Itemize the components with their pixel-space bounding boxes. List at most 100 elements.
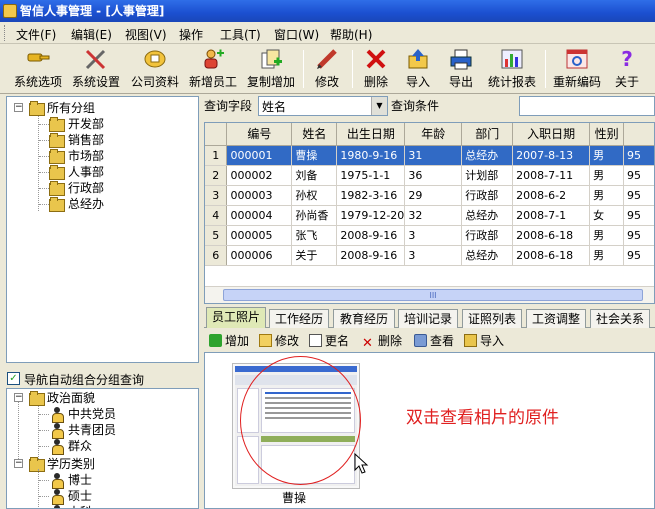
tree-item-dev[interactable]: 开发部 bbox=[68, 116, 104, 132]
cell-age[interactable]: 3 bbox=[404, 225, 463, 246]
company-info-button[interactable]: 公司资料 bbox=[129, 46, 181, 92]
cell-age[interactable]: 31 bbox=[404, 145, 463, 166]
menu-view[interactable]: 视图(V) bbox=[125, 26, 167, 43]
table-row[interactable]: 2 000002 刘备 1975-1-1 36 计划部 2008-7-11 男 … bbox=[205, 165, 654, 186]
tab-education[interactable]: 教育经历 bbox=[333, 309, 395, 328]
query-field-select[interactable]: 姓名 ▼ bbox=[258, 96, 388, 116]
cell-id[interactable]: 000003 bbox=[226, 185, 293, 206]
cell-age[interactable]: 29 bbox=[404, 185, 463, 206]
table-row[interactable]: 5 000005 张飞 2008-9-16 3 行政部 2008-6-18 男 … bbox=[205, 225, 654, 246]
tab-social-relations[interactable]: 社会关系 bbox=[590, 309, 650, 328]
menu-edit[interactable]: 编辑(E) bbox=[71, 26, 112, 43]
cell-gender[interactable]: 男 bbox=[589, 165, 625, 186]
column-header[interactable]: 姓名 bbox=[291, 123, 338, 146]
tree-item-sales[interactable]: 销售部 bbox=[68, 132, 104, 148]
table-row[interactable]: 1 000001 曹操 1980-9-16 31 总经办 2007-8-13 男… bbox=[205, 145, 654, 166]
export-button[interactable]: 导出 bbox=[443, 46, 479, 92]
tab-salary-adjust[interactable]: 工资调整 bbox=[526, 309, 586, 328]
photo-add-button[interactable]: 增加 bbox=[209, 333, 249, 349]
cell-age[interactable]: 3 bbox=[404, 245, 463, 266]
photo-delete-button[interactable]: ✕ 删除 bbox=[362, 333, 402, 350]
tree-root[interactable]: 所有分组 bbox=[47, 100, 95, 116]
horizontal-scrollbar[interactable]: III bbox=[205, 286, 654, 303]
photo-import-button[interactable]: 导入 bbox=[464, 333, 504, 349]
cell-hire-date[interactable]: 2008-7-11 bbox=[512, 165, 591, 186]
nav-auto-checkbox[interactable]: ✓ bbox=[7, 372, 20, 385]
table-row[interactable]: 3 000003 孙权 1982-3-16 29 行政部 2008-6-2 男 … bbox=[205, 185, 654, 206]
cell-name[interactable]: 刘备 bbox=[291, 165, 338, 186]
about-button[interactable]: ? 关于 bbox=[609, 46, 645, 92]
system-options-button[interactable]: 系统选项 bbox=[12, 46, 64, 92]
cell-extra[interactable]: 95 bbox=[623, 225, 654, 246]
cell-name[interactable]: 孙尚香 bbox=[291, 205, 338, 226]
collapse-icon[interactable]: − bbox=[14, 103, 23, 112]
add-employee-button[interactable]: 新增员工 bbox=[187, 46, 239, 92]
cell-gender[interactable]: 女 bbox=[589, 205, 625, 226]
cell-birth[interactable]: 1975-1-1 bbox=[336, 165, 406, 186]
cell-gender[interactable]: 男 bbox=[589, 225, 625, 246]
column-header[interactable]: 编号 bbox=[226, 123, 293, 146]
photo-view-button[interactable]: 查看 bbox=[414, 333, 454, 349]
photo-rename-button[interactable]: 更名 bbox=[309, 333, 349, 349]
system-settings-button[interactable]: 系统设置 bbox=[70, 46, 122, 92]
cell-hire-date[interactable]: 2008-6-2 bbox=[512, 185, 591, 206]
statistics-report-button[interactable]: 统计报表 bbox=[486, 46, 538, 92]
cell-extra[interactable]: 95 bbox=[623, 245, 654, 266]
copy-add-button[interactable]: 复制增加 bbox=[245, 46, 297, 92]
tree-item-bachelor[interactable]: 本科 bbox=[68, 504, 92, 508]
menu-window[interactable]: 窗口(W) bbox=[274, 26, 319, 43]
tree-item-doctor[interactable]: 博士 bbox=[68, 472, 92, 488]
cell-id[interactable]: 000005 bbox=[226, 225, 293, 246]
collapse-icon[interactable]: − bbox=[14, 459, 23, 468]
cell-name[interactable]: 关于 bbox=[291, 245, 338, 266]
menu-operation[interactable]: 操作 bbox=[179, 26, 203, 43]
tree-item-hr[interactable]: 人事部 bbox=[68, 164, 104, 180]
collapse-icon[interactable]: − bbox=[14, 393, 23, 402]
tree-group-education[interactable]: 学历类别 bbox=[47, 456, 95, 472]
cell-hire-date[interactable]: 2007-8-13 bbox=[512, 145, 591, 166]
column-header[interactable]: 部门 bbox=[461, 123, 514, 146]
cell-dept[interactable]: 总经办 bbox=[461, 145, 514, 166]
column-header[interactable]: 入职日期 bbox=[512, 123, 591, 146]
cell-gender[interactable]: 男 bbox=[589, 185, 625, 206]
cell-age[interactable]: 32 bbox=[404, 205, 463, 226]
tree-item-league-member[interactable]: 共青团员 bbox=[68, 422, 116, 438]
cell-age[interactable]: 36 bbox=[404, 165, 463, 186]
cell-dept[interactable]: 总经办 bbox=[461, 205, 514, 226]
edit-button[interactable]: 修改 bbox=[309, 46, 345, 92]
cell-birth[interactable]: 1980-9-16 bbox=[336, 145, 406, 166]
tab-training[interactable]: 培训记录 bbox=[398, 309, 458, 328]
cell-name[interactable]: 曹操 bbox=[291, 145, 338, 166]
tree-item-party-member[interactable]: 中共党员 bbox=[68, 406, 116, 422]
tab-work-history[interactable]: 工作经历 bbox=[269, 309, 329, 328]
cell-id[interactable]: 000002 bbox=[226, 165, 293, 186]
tab-employee-photo[interactable]: 员工照片 bbox=[206, 307, 266, 328]
table-row[interactable]: 6 000006 关于 2008-9-16 3 总经办 2008-6-18 男 … bbox=[205, 245, 654, 266]
cell-birth[interactable]: 1982-3-16 bbox=[336, 185, 406, 206]
cell-dept[interactable]: 总经办 bbox=[461, 245, 514, 266]
cell-name[interactable]: 张飞 bbox=[291, 225, 338, 246]
cell-dept[interactable]: 计划部 bbox=[461, 165, 514, 186]
tree-group-political[interactable]: 政治面貌 bbox=[47, 390, 95, 406]
cell-hire-date[interactable]: 2008-6-18 bbox=[512, 225, 591, 246]
recode-button[interactable]: 重新编码 bbox=[551, 46, 603, 92]
delete-button[interactable]: 删除 bbox=[358, 46, 394, 92]
tree-item-market[interactable]: 市场部 bbox=[68, 148, 104, 164]
tab-certificates[interactable]: 证照列表 bbox=[462, 309, 522, 328]
cell-extra[interactable]: 95 bbox=[623, 185, 654, 206]
column-header[interactable]: 年龄 bbox=[404, 123, 463, 146]
tree-item-gm-office[interactable]: 总经办 bbox=[68, 196, 104, 212]
cell-extra[interactable]: 95 bbox=[623, 205, 654, 226]
cell-hire-date[interactable]: 2008-6-18 bbox=[512, 245, 591, 266]
cell-dept[interactable]: 行政部 bbox=[461, 225, 514, 246]
cell-birth[interactable]: 2008-9-16 bbox=[336, 245, 406, 266]
column-header[interactable] bbox=[623, 123, 654, 146]
cell-id[interactable]: 000001 bbox=[226, 145, 293, 166]
chevron-down-icon[interactable]: ▼ bbox=[371, 97, 387, 115]
cell-extra[interactable]: 95 bbox=[623, 145, 654, 166]
menu-file[interactable]: 文件(F) bbox=[16, 26, 56, 43]
cell-dept[interactable]: 行政部 bbox=[461, 185, 514, 206]
cell-gender[interactable]: 男 bbox=[589, 145, 625, 166]
cell-name[interactable]: 孙权 bbox=[291, 185, 338, 206]
cell-hire-date[interactable]: 2008-7-1 bbox=[512, 205, 591, 226]
